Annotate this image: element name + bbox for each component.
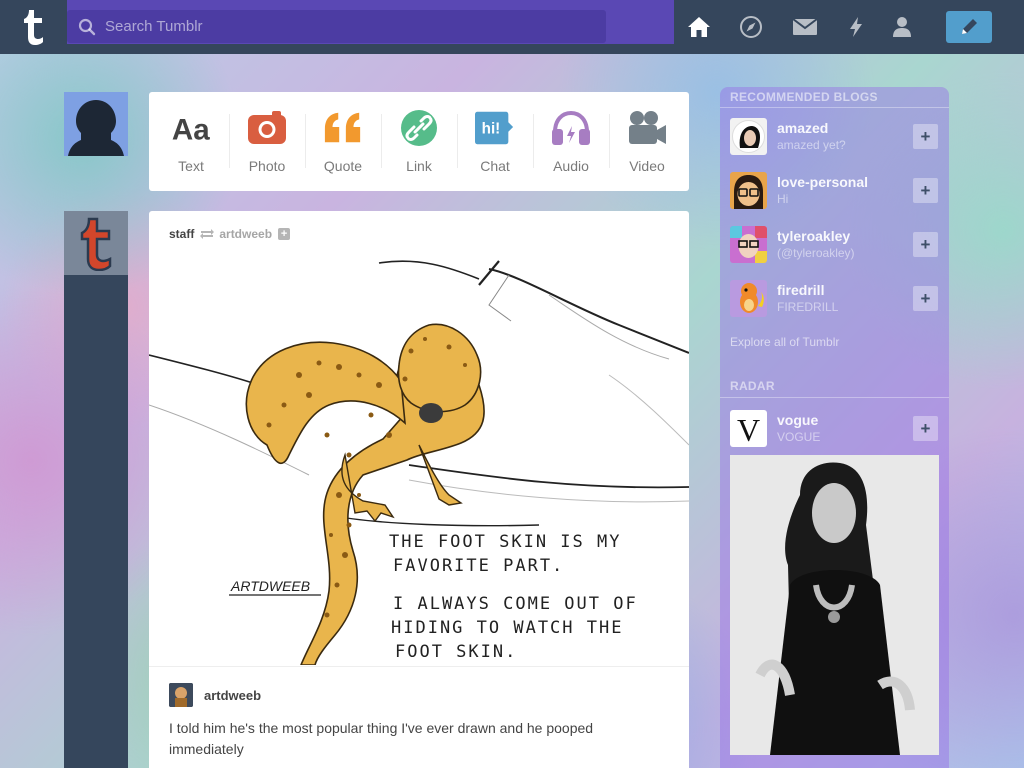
reblog-author[interactable]: artdweeb: [169, 683, 261, 707]
post-type-bar: Aa Text Photo Quote Link hi! Chat Audio …: [149, 92, 689, 191]
post-header: staff artdweeb +: [169, 227, 291, 241]
blog-name[interactable]: firedrill: [777, 282, 824, 298]
blog-subtitle: Hi: [777, 192, 789, 206]
radar-heading: RADAR: [730, 379, 775, 393]
sidebar-divider: [720, 397, 949, 398]
reblog-author-avatar[interactable]: [169, 683, 193, 707]
post-author-link[interactable]: staff: [169, 227, 194, 241]
camera-icon: [247, 108, 287, 148]
follow-plus-icon[interactable]: +: [278, 228, 291, 240]
post-type-chat-button[interactable]: hi! Chat: [457, 92, 533, 191]
blog-avatar[interactable]: [730, 118, 767, 155]
follow-plus-icon[interactable]: +: [913, 178, 938, 203]
blog-avatar[interactable]: [730, 280, 767, 317]
drawing-signature: ARTDWEEB: [230, 578, 310, 594]
recommended-blog-item[interactable]: love-personal Hi +: [730, 172, 949, 212]
blog-name[interactable]: vogue: [777, 412, 818, 428]
post-type-audio-button[interactable]: Audio: [533, 92, 609, 191]
blog-subtitle: (@tyleroakley): [777, 246, 855, 260]
handwriting-line: I ALWAYS COME OUT OF: [393, 594, 638, 614]
post-type-label: Audio: [553, 158, 589, 174]
sidebar-divider: [720, 107, 949, 108]
post-type-label: Text: [178, 158, 204, 174]
blog-name[interactable]: love-personal: [777, 174, 868, 190]
reblog-icon: [200, 229, 215, 239]
recommended-blog-item[interactable]: firedrill FIREDRILL +: [730, 280, 949, 320]
home-icon[interactable]: [686, 14, 712, 40]
post-caption: I told him he's the most popular thing I…: [169, 720, 594, 757]
blog-name[interactable]: amazed: [777, 120, 828, 136]
search-box[interactable]: [67, 10, 606, 43]
activity-icon[interactable]: [843, 14, 869, 40]
chat-icon: hi!: [475, 108, 515, 148]
video-camera-icon: [627, 108, 667, 148]
blog-subtitle: FIREDRILL: [777, 300, 839, 314]
search-icon: [78, 18, 96, 35]
top-nav-bar: [0, 0, 1024, 54]
blog-name[interactable]: tyleroakley: [777, 228, 850, 244]
blog-subtitle: VOGUE: [777, 430, 821, 444]
search-input[interactable]: [105, 18, 565, 35]
vogue-avatar[interactable]: V: [730, 410, 767, 447]
search-area: [67, 0, 674, 44]
follow-plus-icon[interactable]: +: [913, 124, 938, 149]
post-type-label: Chat: [480, 158, 510, 174]
handwriting-line: FOOT SKIN.: [395, 642, 517, 662]
post-type-label: Link: [406, 158, 432, 174]
handwriting-line: FAVORITE PART.: [393, 556, 564, 576]
follow-plus-icon[interactable]: +: [913, 416, 938, 441]
recommended-blog-item[interactable]: tyleroakley (@tyleroakley) +: [730, 226, 949, 266]
recommended-blog-item[interactable]: amazed amazed yet? +: [730, 118, 949, 158]
svg-text:Aa: Aa: [172, 113, 210, 146]
post-type-photo-button[interactable]: Photo: [229, 92, 305, 191]
post-type-label: Video: [629, 158, 665, 174]
blog-avatar[interactable]: [730, 226, 767, 263]
gecko-drawing-image[interactable]: ARTDWEEB THE FOOT SKIN IS MY FAVORITE PA…: [149, 255, 689, 665]
post-type-label: Quote: [323, 158, 363, 174]
right-sidebar: RECOMMENDED BLOGS amazed amazed yet? + l…: [720, 87, 949, 768]
explore-icon[interactable]: [738, 14, 764, 40]
post-type-label: Photo: [248, 158, 286, 174]
pencil-icon: [962, 19, 977, 34]
post-divider: [149, 666, 689, 667]
radar-post-photo[interactable]: [730, 455, 939, 755]
blog-subtitle: amazed yet?: [777, 138, 846, 152]
post-type-video-button[interactable]: Video: [609, 92, 685, 191]
staff-avatar[interactable]: [64, 211, 128, 275]
tumblr-logo-icon[interactable]: [0, 0, 67, 54]
link-icon: [399, 108, 439, 148]
vogue-logo-letter: V: [737, 412, 760, 447]
post-type-text-button[interactable]: Aa Text: [153, 92, 229, 191]
dashboard-post: staff artdweeb + ARTDWEEB THE FOOT SKIN …: [149, 211, 689, 768]
explore-all-link[interactable]: Explore all of Tumblr: [730, 335, 839, 349]
follow-plus-icon[interactable]: +: [913, 286, 938, 311]
post-type-link-button[interactable]: Link: [381, 92, 457, 191]
reblog-author-name[interactable]: artdweeb: [204, 688, 261, 703]
compose-button[interactable]: [946, 11, 992, 43]
text-icon: Aa: [171, 108, 211, 148]
post-type-quote-button[interactable]: Quote: [305, 92, 381, 191]
left-avatar-column: [64, 211, 128, 768]
reblogged-from-link[interactable]: artdweeb: [219, 227, 272, 241]
handwriting-line: THE FOOT SKIN IS MY: [389, 532, 621, 552]
svg-text:hi!: hi!: [482, 121, 501, 138]
user-avatar[interactable]: [64, 92, 128, 156]
account-icon[interactable]: [889, 14, 915, 40]
inbox-icon[interactable]: [792, 14, 818, 40]
headphones-icon: [551, 108, 591, 148]
quote-icon: [323, 108, 363, 148]
radar-blog-item[interactable]: V vogue VOGUE +: [730, 410, 949, 450]
recommended-blogs-heading: RECOMMENDED BLOGS: [730, 90, 878, 104]
follow-plus-icon[interactable]: +: [913, 232, 938, 257]
handwriting-line: HIDING TO WATCH THE: [391, 618, 623, 638]
blog-avatar[interactable]: [730, 172, 767, 209]
